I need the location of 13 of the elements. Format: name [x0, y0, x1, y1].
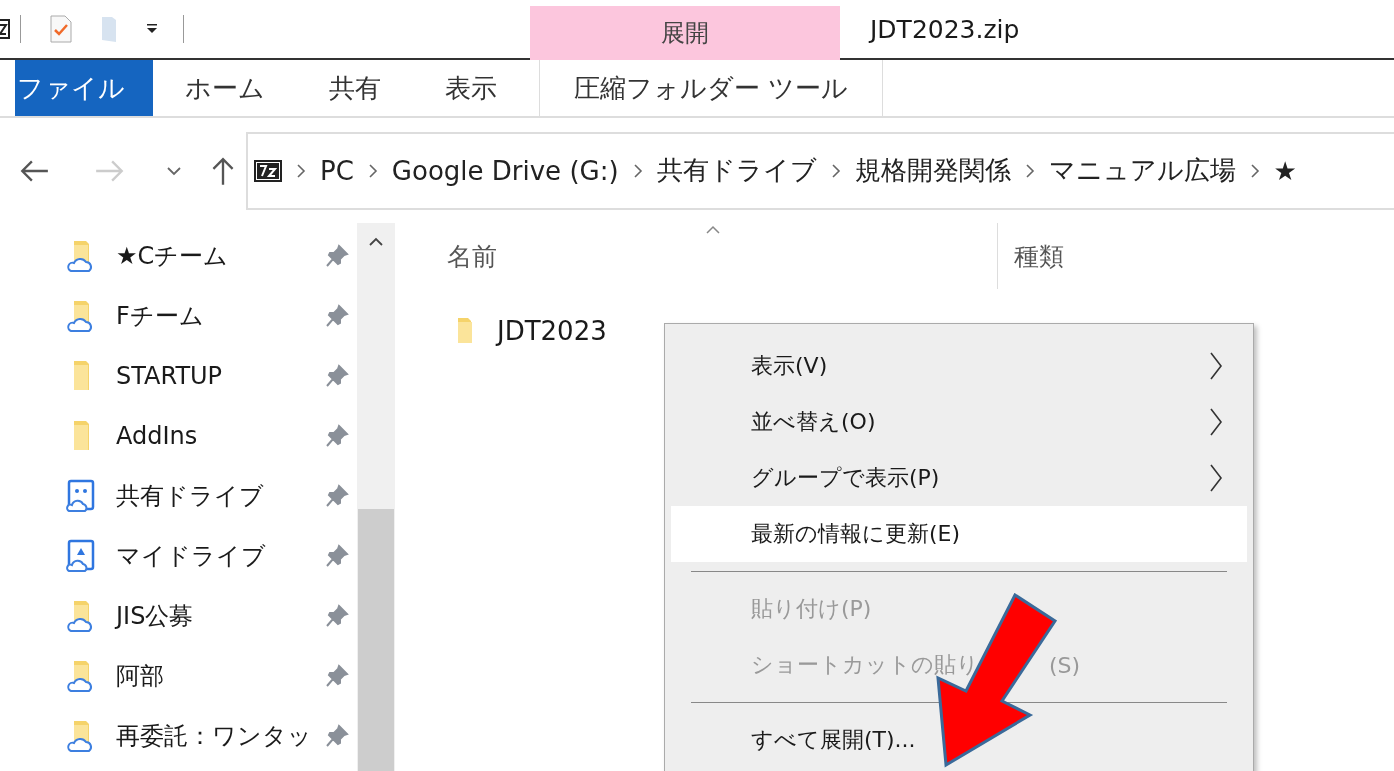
contextual-tab-group: 展開 [530, 6, 840, 60]
sidebar-label: 阿部 [116, 661, 165, 692]
sidebar-label: JIS公募 [116, 601, 195, 632]
sidebar-label: 再委託：ワンタッ [116, 721, 313, 752]
sidebar-label: STARTUP [116, 362, 224, 390]
sidebar-label: マイドライブ [116, 541, 267, 572]
menu-item-suffix: (S) [1049, 652, 1081, 678]
window-title: JDT2023.zip [870, 14, 1020, 44]
sidebar-label: Fチーム [116, 301, 205, 332]
sidebar-label: 共有ドライブ [116, 481, 265, 512]
file-name: JDT2023 [497, 316, 607, 346]
sidebar-label: AddIns [116, 422, 199, 450]
sidebar-label: ★Cチーム [116, 241, 230, 272]
